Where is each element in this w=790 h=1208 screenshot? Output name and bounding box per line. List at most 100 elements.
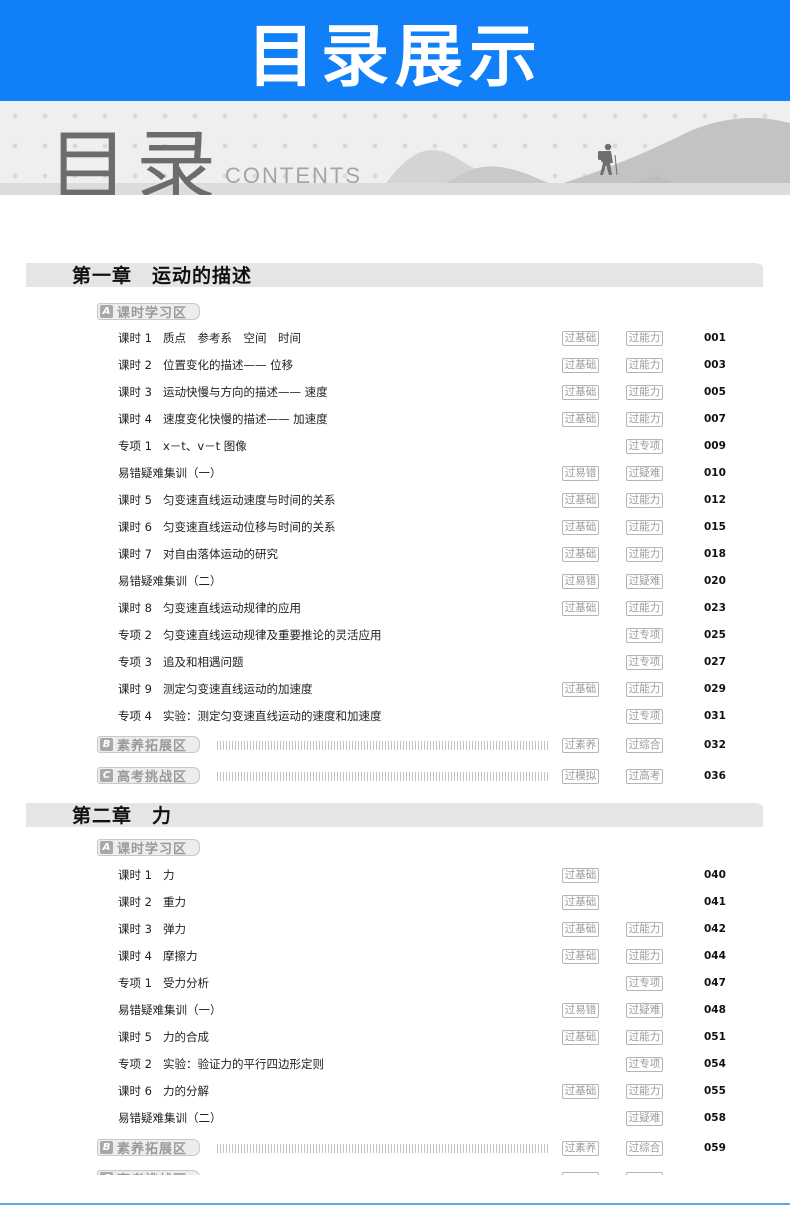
toc-row[interactable]: 课时 2 位置变化的描述—— 位移 过基础 过能力 003	[0, 356, 790, 374]
badge: 过能力	[626, 358, 663, 373]
section-letter: B	[100, 738, 113, 751]
toc-row[interactable]: 课时 4 速度变化快慢的描述—— 加速度 过基础 过能力 007	[0, 410, 790, 428]
contents-title: 目录	[48, 121, 224, 195]
toc-row[interactable]: 专项 2 实验：验证力的平行四边形定则 过专项 054	[0, 1055, 790, 1073]
badge: 过易错	[562, 466, 599, 481]
toc-row[interactable]: 课时 6 力的分解 过基础 过能力 055	[0, 1082, 790, 1100]
section-letter: B	[100, 1141, 113, 1154]
badge: 过基础	[562, 1084, 599, 1099]
badge: 过能力	[626, 385, 663, 400]
toc-row[interactable]: 易错疑难集训（一） 过易错 过疑难 048	[0, 1001, 790, 1019]
toc-row[interactable]: 专项 2 匀变速直线运动规律及重要推论的灵活应用 过专项 025	[0, 626, 790, 644]
toc-row[interactable]: 课时 9 测定匀变速直线运动的加速度 过基础 过能力 029	[0, 680, 790, 698]
badge: 过模拟	[562, 769, 599, 784]
lesson-title: 速度变化快慢的描述—— 加速度	[163, 412, 328, 426]
badge: 过能力	[626, 1084, 663, 1099]
page-number: 023	[704, 602, 726, 614]
section-tag-b: B 素养拓展区	[97, 1139, 201, 1157]
banner-title: 目录展示	[246, 18, 543, 97]
badge: 过专项	[626, 655, 663, 670]
leader-dots	[217, 1144, 550, 1153]
lesson-number: 课时 5	[118, 493, 152, 507]
lesson-number: 专项 3	[118, 655, 152, 669]
toc-row[interactable]: 专项 4 实验：测定匀变速直线运动的速度和加速度 过专项 031	[0, 707, 790, 725]
badge: 过高考	[626, 769, 663, 784]
section-letter: C	[100, 769, 113, 782]
toc-row[interactable]: 易错疑难集训（二） 过疑难 058	[0, 1109, 790, 1127]
toc-row[interactable]: 课时 1 力 过基础 040	[0, 866, 790, 884]
toc-row[interactable]: 课时 2 重力 过基础 041	[0, 893, 790, 911]
lesson-number: 课时 8	[118, 601, 152, 615]
toc-row[interactable]: 课时 4 摩擦力 过基础 过能力 044	[0, 947, 790, 965]
toc-row[interactable]: 易错疑难集训（二） 过易错 过疑难 020	[0, 572, 790, 590]
badge: 过基础	[562, 412, 599, 427]
badge: 过基础	[562, 868, 599, 883]
lesson-title: 力的分解	[163, 1084, 209, 1098]
lesson-number: 课时 1	[118, 868, 152, 882]
badge: 过基础	[562, 331, 599, 346]
lesson-title: 匀变速直线运动规律的应用	[163, 601, 301, 615]
section-label: 高考挑战区	[117, 770, 188, 785]
toc-row[interactable]: 专项 1 受力分析 过专项 047	[0, 974, 790, 992]
page-number: 051	[704, 1031, 726, 1043]
lesson-title: 测定匀变速直线运动的加速度	[163, 682, 313, 696]
toc-row[interactable]: 课时 5 力的合成 过基础 过能力 051	[0, 1028, 790, 1046]
badge: 过能力	[626, 1030, 663, 1045]
lesson-number: 课时 6	[118, 520, 152, 534]
top-banner: 目录展示	[0, 0, 790, 101]
toc-row[interactable]: 课时 1 质点 参考系 空间 时间 过基础 过能力 001	[0, 329, 790, 347]
lesson-title: 实验：测定匀变速直线运动的速度和加速度	[163, 709, 382, 723]
toc-row[interactable]: 课时 3 弹力 过基础 过能力 042	[0, 920, 790, 938]
toc-row[interactable]: 课时 5 匀变速直线运动速度与时间的关系 过基础 过能力 012	[0, 491, 790, 509]
toc-row[interactable]: 课时 7 对自由落体运动的研究 过基础 过能力 018	[0, 545, 790, 563]
lesson-number: 课时 6	[118, 1084, 152, 1098]
badge: 过能力	[626, 949, 663, 964]
lesson-title: 质点 参考系 空间 时间	[163, 331, 301, 345]
section-label: 课时学习区	[117, 842, 188, 857]
lesson-title: x－t、v－t 图像	[163, 439, 247, 453]
badge: 过疑难	[626, 1003, 663, 1018]
section-row-c[interactable]: C 高考挑战区 过模拟 过高考 036	[0, 767, 790, 785]
toc-row[interactable]: 课时 3 运动快慢与方向的描述—— 速度 过基础 过能力 005	[0, 383, 790, 401]
badge: 过基础	[562, 1030, 599, 1045]
badge: 过专项	[626, 628, 663, 643]
lesson-number: 专项 4	[118, 709, 152, 723]
lesson-title: 易错疑难集训（一）	[118, 1003, 222, 1017]
page-number: 018	[704, 548, 726, 560]
page-number: 042	[704, 923, 726, 935]
badge: 过易错	[562, 574, 599, 589]
toc-row[interactable]: 易错疑难集训（一） 过易错 过疑难 010	[0, 464, 790, 482]
section-row-b[interactable]: B 素养拓展区 过素养 过综合 059	[0, 1139, 790, 1157]
toc-row[interactable]: 课时 8 匀变速直线运动规律的应用 过基础 过能力 023	[0, 599, 790, 617]
badge: 过能力	[626, 547, 663, 562]
section-label: 素养拓展区	[117, 739, 188, 754]
chapter-header: 第二章 力	[26, 803, 763, 827]
badge: 过能力	[626, 331, 663, 346]
lesson-number: 课时 1	[118, 331, 152, 345]
page-number: 040	[704, 869, 726, 881]
contents-subtitle: CONTENTS	[225, 163, 362, 188]
toc-row[interactable]: 专项 1 x－t、v－t 图像 过专项 009	[0, 437, 790, 455]
chapter-header: 第一章 运动的描述	[26, 263, 763, 287]
lesson-title: 力的合成	[163, 1030, 209, 1044]
badge: 过基础	[562, 949, 599, 964]
badge: 过专项	[626, 709, 663, 724]
lesson-title: 易错疑难集训（一）	[118, 466, 222, 480]
badge: 过疑难	[626, 574, 663, 589]
badge: 过基础	[562, 895, 599, 910]
lesson-number: 课时 9	[118, 682, 152, 696]
toc-row[interactable]: 专项 3 追及和相遇问题 过专项 027	[0, 653, 790, 671]
lesson-number: 专项 2	[118, 1057, 152, 1071]
toc-row[interactable]: 课时 6 匀变速直线运动位移与时间的关系 过基础 过能力 015	[0, 518, 790, 536]
badge: 过能力	[626, 922, 663, 937]
badge: 过基础	[562, 601, 599, 616]
lesson-title: 追及和相遇问题	[163, 655, 244, 669]
lesson-number: 课时 4	[118, 412, 152, 426]
page-number: 044	[704, 950, 726, 962]
lesson-title: 匀变速直线运动规律及重要推论的灵活应用	[163, 628, 382, 642]
page-number: 012	[704, 494, 726, 506]
section-row-b[interactable]: B 素养拓展区 过素养 过综合 032	[0, 736, 790, 754]
badge: 过疑难	[626, 466, 663, 481]
lesson-title: 实验：验证力的平行四边形定则	[163, 1057, 324, 1071]
leader-dots	[217, 772, 550, 781]
